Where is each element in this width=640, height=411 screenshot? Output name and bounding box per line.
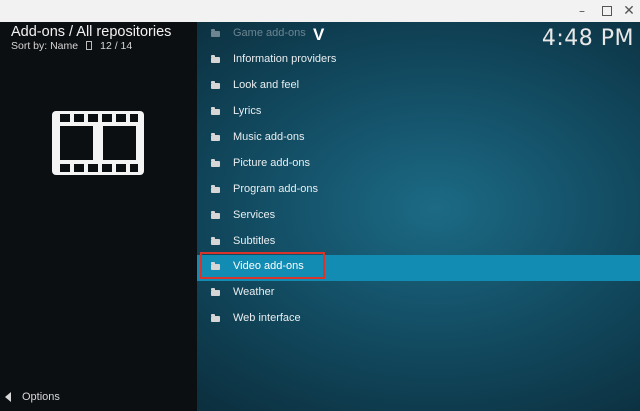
maximize-icon bbox=[602, 6, 612, 16]
list-item-label: Picture add-ons bbox=[233, 157, 311, 169]
window-title-bar: – ✕ bbox=[0, 0, 640, 23]
list-item-label: Video add-ons bbox=[233, 260, 304, 272]
sort-label: Sort by: Name bbox=[11, 40, 79, 52]
page-title: Add-ons / All repositories bbox=[11, 24, 172, 40]
folder-icon bbox=[211, 133, 220, 141]
left-panel: Add-ons / All repositories Sort by: Name… bbox=[0, 22, 197, 411]
chevron-left-icon bbox=[5, 392, 11, 402]
list-item-label: Look and feel bbox=[233, 79, 300, 91]
folder-icon bbox=[211, 159, 220, 167]
options-button[interactable]: Options bbox=[5, 391, 60, 403]
item-position: 12 / 14 bbox=[100, 40, 133, 52]
folder-icon bbox=[211, 211, 220, 219]
list-item-label: Lyrics bbox=[233, 105, 262, 117]
list-item-information-providers[interactable]: Information providers bbox=[197, 48, 640, 74]
list-item-weather[interactable]: Weather bbox=[197, 281, 640, 307]
options-label: Options bbox=[22, 391, 60, 403]
list-item-label: Subtitles bbox=[233, 235, 276, 247]
sort-direction-icon bbox=[86, 41, 93, 50]
list-item-label: Web interface bbox=[233, 312, 301, 324]
folder-icon bbox=[211, 185, 220, 193]
minimize-button[interactable]: – bbox=[574, 3, 590, 19]
list-item-label: Game add-ons bbox=[233, 27, 306, 39]
list-item-lyrics[interactable]: Lyrics bbox=[197, 100, 640, 126]
film-icon bbox=[52, 111, 144, 175]
list-item-label: Weather bbox=[233, 286, 275, 298]
category-list: Game add-ons Information providers Look … bbox=[197, 22, 640, 411]
folder-icon bbox=[211, 29, 220, 37]
list-item-web-interface[interactable]: Web interface bbox=[197, 307, 640, 333]
list-item-video-add-ons[interactable]: Video add-ons bbox=[197, 255, 640, 281]
list-item-services[interactable]: Services bbox=[197, 204, 640, 230]
list-item-label: Music add-ons bbox=[233, 131, 305, 143]
list-item-subtitles[interactable]: Subtitles bbox=[197, 230, 640, 256]
folder-icon bbox=[211, 262, 220, 270]
sort-info: Sort by: Name 12 / 14 bbox=[11, 40, 132, 52]
close-button[interactable]: ✕ bbox=[621, 3, 637, 19]
list-item-label: Program add-ons bbox=[233, 183, 318, 195]
list-item-label: Information providers bbox=[233, 53, 337, 65]
folder-icon bbox=[211, 314, 220, 322]
kodi-app: Add-ons / All repositories Sort by: Name… bbox=[0, 22, 640, 411]
list-item-game-add-ons[interactable]: Game add-ons bbox=[197, 22, 640, 48]
list-item-music-add-ons[interactable]: Music add-ons bbox=[197, 126, 640, 152]
folder-icon bbox=[211, 107, 220, 115]
list-item-picture-add-ons[interactable]: Picture add-ons bbox=[197, 152, 640, 178]
maximize-button[interactable] bbox=[599, 3, 615, 19]
list-item-label: Services bbox=[233, 209, 276, 221]
list-item-look-and-feel[interactable]: Look and feel bbox=[197, 74, 640, 100]
folder-icon bbox=[211, 55, 220, 63]
list-item-program-add-ons[interactable]: Program add-ons bbox=[197, 178, 640, 204]
folder-icon bbox=[211, 81, 220, 89]
folder-icon bbox=[211, 237, 220, 245]
folder-icon bbox=[211, 288, 220, 296]
